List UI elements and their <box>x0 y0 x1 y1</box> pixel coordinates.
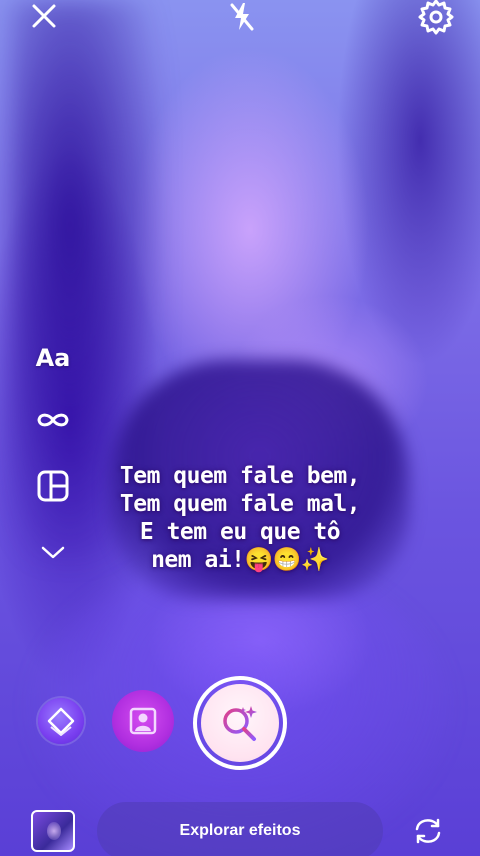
boomerang-tool-button[interactable] <box>30 400 76 440</box>
caption-line: nem ai!😝😁✨ <box>151 547 329 573</box>
caption-line: E tem eu que tô <box>139 519 341 545</box>
story-caption[interactable]: Tem quem fale bem, Tem quem fale mal, E … <box>60 462 420 574</box>
infinity-icon <box>37 413 69 427</box>
text-tool-label: Aa <box>35 344 71 372</box>
camera-preview: Aa Tem quem fale bem, Tem quem fale mal,… <box>0 0 480 856</box>
camera-flip-icon <box>415 818 441 844</box>
explore-effects-button[interactable]: Explorar efeitos <box>97 802 383 856</box>
gear-icon <box>418 0 454 35</box>
caption-line: Tem quem fale bem, <box>119 463 361 489</box>
close-button[interactable] <box>22 0 66 34</box>
effect-portrait-button[interactable] <box>112 690 174 752</box>
caption-line: Tem quem fale mal, <box>119 491 361 517</box>
flash-toggle-button[interactable] <box>220 0 264 34</box>
settings-button[interactable] <box>414 0 458 35</box>
capture-inner <box>201 684 279 762</box>
effect-layers-button[interactable] <box>38 698 84 744</box>
portrait-effect-icon <box>129 707 157 735</box>
search-sparkle-icon <box>223 706 257 741</box>
layers-effect-icon <box>47 707 75 736</box>
text-tool-button[interactable]: Aa <box>30 338 76 378</box>
gallery-thumbnail-button[interactable] <box>31 810 75 852</box>
capture-button[interactable] <box>193 676 287 770</box>
close-icon <box>32 4 56 28</box>
flip-camera-button[interactable] <box>406 810 450 852</box>
flash-off-icon <box>230 3 254 31</box>
